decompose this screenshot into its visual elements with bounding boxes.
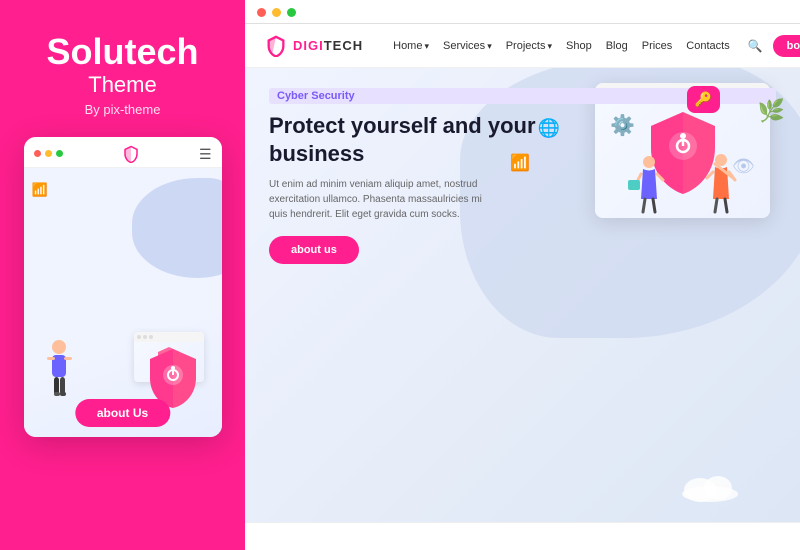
browser-dot-red[interactable] [257,8,266,17]
nav-blog[interactable]: Blog [606,40,628,52]
mini-dot-3 [149,335,153,339]
mobile-hero-content: 📶 🔒 [24,168,222,437]
nav-contacts[interactable]: Contacts [686,40,729,52]
bottom-strip [245,522,800,550]
hero-section: 🌐 ⚙️ 📶 👁 🌿 🔑 [245,68,800,522]
eye-icon: 👁 [732,156,755,177]
mobile-blob [132,178,222,278]
nav-prices[interactable]: Prices [642,40,673,52]
mini-dot-1 [137,335,141,339]
search-icon[interactable]: 🔍 [748,39,763,53]
globe-icon: 🌐 [538,118,560,139]
leaves-icon: 🌿 [758,98,785,124]
wifi-icon-hero: 📶 [510,153,530,173]
cloud-icon [680,472,740,507]
browser-chrome [245,0,800,24]
nav-projects[interactable]: Projects [506,40,552,52]
brand-subtitle: Theme [88,72,156,98]
about-us-button-mobile[interactable]: about Us [75,399,170,427]
nav-logo: DIGITECH [265,35,363,57]
hamburger-icon[interactable]: ☰ [199,147,212,161]
about-us-button-desktop[interactable]: about us [269,236,359,264]
mobile-logo [122,145,140,163]
nav-logo-text: DIGITECH [293,38,363,53]
brand-by: By pix-theme [85,102,161,117]
wifi-icon-mobile: 📶 [32,182,48,198]
brand-title: Solutech [46,32,198,72]
cloud-svg [680,472,740,502]
gear-icon: ⚙️ [610,113,635,138]
person-woman-mobile [42,339,77,409]
hero-description: Ut enim ad minim veniam aliquip amet, no… [269,177,489,222]
mobile-dot-green [56,150,63,157]
nav-shield-icon [265,35,287,57]
mobile-mockup: ☰ 📶 🔒 [24,137,222,437]
mobile-shield-icon [122,145,140,163]
mobile-window-dots [34,150,63,157]
mini-dot-2 [143,335,147,339]
left-panel: Solutech Theme By pix-theme ☰ 📶 [0,0,245,550]
browser-dot-yellow[interactable] [272,8,281,17]
mobile-dot-yellow [45,150,52,157]
hero-title: Protect yourself and your business [269,112,549,167]
nav-links: Home Services Projects Shop Blog Prices … [393,39,763,53]
nav-home[interactable]: Home [393,40,429,52]
right-panel: DIGITECH Home Services Projects Shop Blo… [245,0,800,550]
mobile-dot-red [34,150,41,157]
browser-mini-bar [134,332,204,342]
navbar: DIGITECH Home Services Projects Shop Blo… [245,24,800,68]
browser-dot-green[interactable] [287,8,296,17]
nav-services[interactable]: Services [443,40,492,52]
mobile-top-bar: ☰ [24,137,222,168]
nav-shop[interactable]: Shop [566,40,592,52]
booked-button[interactable]: booked [773,35,800,57]
key-icon: 🔑 [687,86,720,113]
